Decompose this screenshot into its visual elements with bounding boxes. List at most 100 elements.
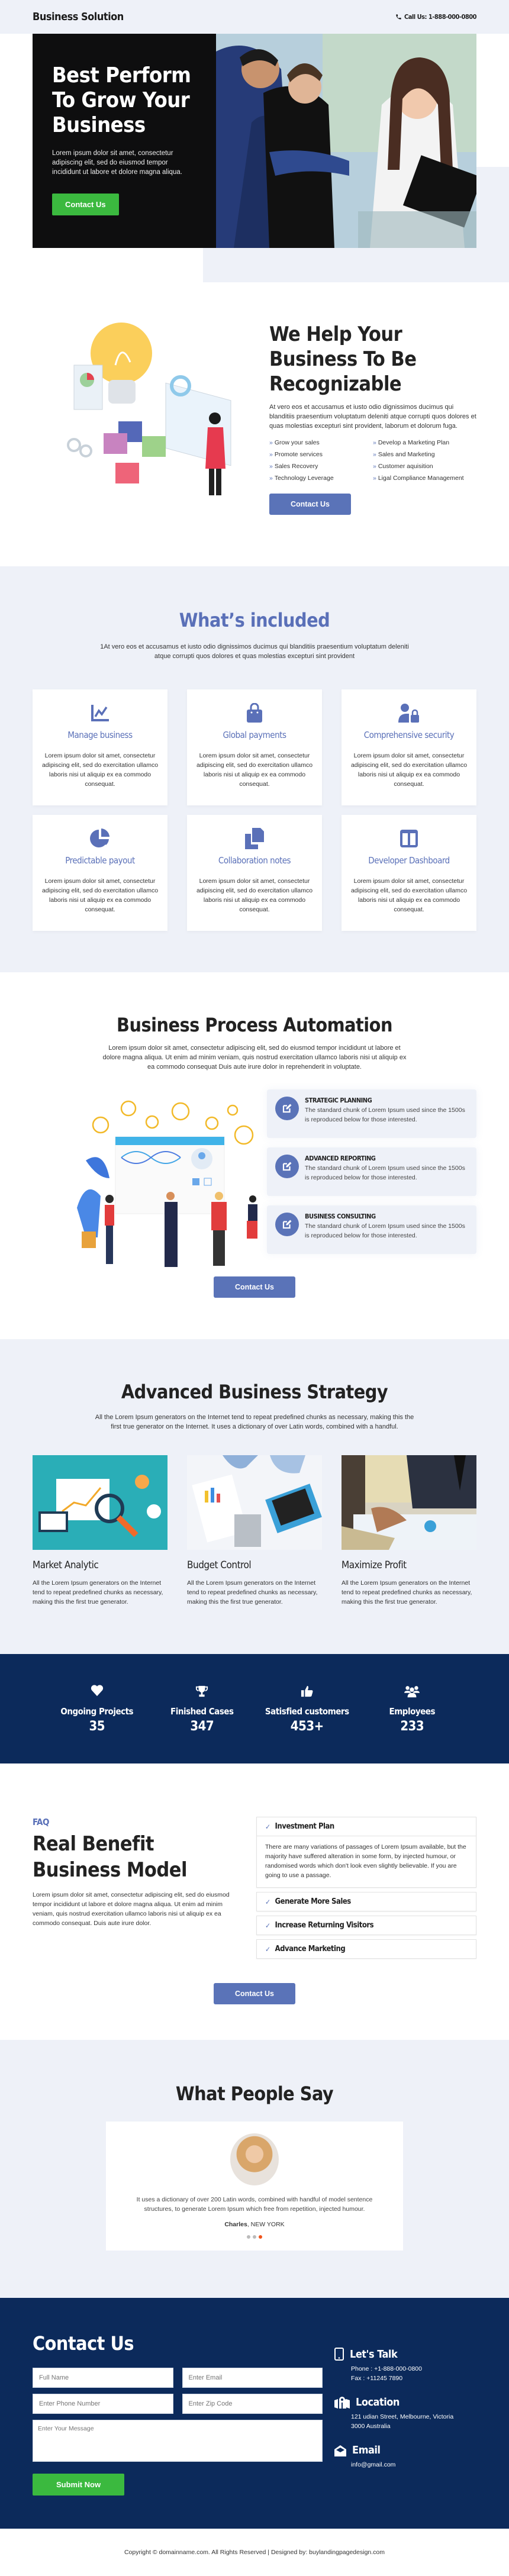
hero-text: Lorem ipsum dolor sit amet, consectetur … bbox=[52, 150, 182, 176]
accordion-header[interactable]: ✓ Generate More Sales bbox=[257, 1892, 476, 1911]
check-icon: ✓ bbox=[265, 1822, 270, 1831]
card-text: Lorem ipsum dolor sit amet, consectetur … bbox=[41, 878, 159, 913]
counters-section: Ongoing Projects 35 Finished Cases 347 S… bbox=[0, 1654, 509, 1763]
double-chevron-icon: » bbox=[373, 463, 376, 470]
strategy-card-text: All the Lorem Ipsum generators on the In… bbox=[342, 1579, 472, 1605]
carousel-dot[interactable] bbox=[253, 2235, 256, 2239]
contact-email-value[interactable]: info@gmail.com bbox=[334, 2460, 476, 2469]
strategy-card: Budget Control All the Lorem Ipsum gener… bbox=[187, 1455, 322, 1607]
accordion-item: ✓ Investment Plan There are many variatio… bbox=[256, 1817, 476, 1888]
strategy-card-title: Market Analytic bbox=[33, 1559, 99, 1571]
logo[interactable]: Business Solution bbox=[33, 11, 124, 23]
trophy-icon bbox=[196, 1685, 208, 1697]
recognizable-text: At vero eos et accusamus et iusto odio d… bbox=[269, 404, 476, 430]
contact-location: Location 121 udian Street, Melbourne, Vi… bbox=[334, 2396, 476, 2431]
contact-form: Contact Us Submit Now bbox=[33, 2332, 323, 2496]
feature-text: The standard chunk of Lorem Ipsum used s… bbox=[305, 1223, 465, 1239]
email-input[interactable] bbox=[182, 2368, 323, 2388]
feature-title: STRATEGIC PLANNING bbox=[305, 1097, 372, 1104]
double-chevron-icon: » bbox=[373, 475, 376, 482]
accordion-body: There are many variations of passages of… bbox=[257, 1836, 476, 1887]
included-subtitle: 1At vero eos et accusamus et iusto odio … bbox=[100, 643, 409, 660]
accordion-header[interactable]: ✓ Increase Returning Visitors bbox=[257, 1916, 476, 1935]
contact-fax: Fax : +11245 7890 bbox=[351, 2375, 403, 2382]
phone-icon bbox=[396, 14, 401, 20]
counter-value: 347 bbox=[190, 1719, 214, 1734]
full-name-input[interactable] bbox=[33, 2368, 173, 2388]
testimonials-title: What People Say bbox=[175, 2082, 334, 2105]
card-text: Lorem ipsum dolor sit amet, consectetur … bbox=[350, 878, 468, 913]
faq-contact-button[interactable]: Contact Us bbox=[214, 1983, 295, 2004]
zip-code-input[interactable] bbox=[182, 2394, 323, 2414]
accordion-header[interactable]: ✓ Advance Marketing bbox=[257, 1940, 476, 1958]
contact-section: Contact Us Submit Now Let's Talk Phone :… bbox=[0, 2298, 509, 2529]
contact-talk: Let's Talk Phone : +1-888-000-0800 Fax :… bbox=[334, 2348, 476, 2383]
recognizable-contact-button[interactable]: Contact Us bbox=[269, 494, 351, 515]
call-us[interactable]: Call Us: 1-888-000-0800 bbox=[395, 13, 477, 21]
edit-icon bbox=[282, 1162, 292, 1171]
double-chevron-icon: » bbox=[373, 451, 376, 458]
feature-card: Predictable payout Lorem ipsum dolor sit… bbox=[33, 815, 167, 931]
thumbs-up-icon bbox=[301, 1685, 313, 1697]
faq-tag: FAQ bbox=[33, 1817, 49, 1827]
card-title: Comprehensive security bbox=[363, 730, 455, 740]
lightbulb-puzzle-illustration bbox=[67, 323, 231, 495]
columns-icon bbox=[400, 830, 418, 847]
bullet-item: » Ligal Compliance Management bbox=[373, 475, 464, 482]
check-icon: ✓ bbox=[265, 1897, 270, 1906]
strategy-card-title: Maximize Profit bbox=[342, 1559, 407, 1571]
counter-label: Ongoing Projects bbox=[60, 1706, 134, 1717]
card-title: Global payments bbox=[223, 730, 287, 740]
recognizable-title: We Help Your Business To Be Recognizable bbox=[269, 323, 417, 396]
card-title: Developer Dashboard bbox=[368, 855, 450, 866]
phone-input[interactable] bbox=[33, 2394, 173, 2414]
carousel-dot[interactable] bbox=[247, 2235, 250, 2239]
hero-title: Best Perform To Grow Your Business bbox=[52, 63, 191, 137]
counter-value: 35 bbox=[89, 1719, 105, 1734]
bullet-item: » Grow your sales bbox=[269, 439, 320, 446]
card-title: Predictable payout bbox=[65, 855, 135, 866]
bullet-item: » Sales and Marketing bbox=[373, 451, 435, 458]
strategy-subtitle: All the Lorem Ipsum generators on the In… bbox=[95, 1414, 414, 1430]
strategy-card: Market Analytic All the Lorem Ipsum gene… bbox=[33, 1455, 167, 1607]
maximize-profit-image bbox=[342, 1455, 476, 1550]
feature-card: Global payments Lorem ipsum dolor sit am… bbox=[187, 689, 322, 805]
message-textarea[interactable] bbox=[33, 2420, 323, 2462]
accordion-item: ✓ Advance Marketing bbox=[256, 1939, 476, 1959]
feature-card: Collaboration notes Lorem ipsum dolor si… bbox=[187, 815, 322, 931]
budget-photo bbox=[187, 1455, 322, 1550]
carousel-dot-active[interactable] bbox=[259, 2235, 262, 2239]
shopping-bag-icon bbox=[247, 703, 262, 723]
envelope-open-icon bbox=[334, 2445, 346, 2456]
testimonial-card: It uses a dictionary of over 200 Latin w… bbox=[106, 2122, 403, 2251]
copy-files-icon bbox=[245, 828, 264, 849]
contact-address-1: 121 udian Street, Melbourne, Victoria bbox=[351, 2413, 454, 2420]
contact-phone: Phone : +1-888-000-0800 bbox=[351, 2365, 422, 2372]
testimonials-section: What People Say It uses a dictionary of … bbox=[0, 2040, 509, 2298]
counter-value: 453+ bbox=[290, 1719, 324, 1734]
faq-section: FAQ Real Benefit Business Model Lorem ip… bbox=[0, 1763, 509, 2040]
card-title: Manage business bbox=[67, 730, 133, 740]
avatar bbox=[230, 2133, 279, 2185]
strategy-card-title: Budget Control bbox=[187, 1559, 252, 1571]
automation-contact-button[interactable]: Contact Us bbox=[214, 1276, 295, 1298]
accordion-item: ✓ Increase Returning Visitors bbox=[256, 1916, 476, 1935]
submit-button[interactable]: Submit Now bbox=[33, 2474, 125, 2496]
strategy-title: Advanced Business Strategy bbox=[121, 1381, 388, 1403]
accordion-header[interactable]: ✓ Investment Plan bbox=[257, 1817, 476, 1836]
testimonial-author: Charles, NEW YORK bbox=[224, 2221, 285, 2228]
counter-item: Finished Cases 347 bbox=[157, 1685, 246, 1734]
profit-photo bbox=[342, 1455, 476, 1550]
double-chevron-icon: » bbox=[269, 475, 273, 482]
faq-title: Real Benefit Business Model bbox=[33, 1832, 187, 1882]
counter-label: Employees bbox=[389, 1706, 436, 1717]
strategy-section: Advanced Business Strategy All the Lorem… bbox=[0, 1339, 509, 1654]
feature-text: The standard chunk of Lorem Ipsum used s… bbox=[305, 1165, 465, 1181]
hero-image bbox=[216, 34, 476, 248]
contact-info: Let's Talk Phone : +1-888-000-0800 Fax :… bbox=[323, 2332, 476, 2496]
check-icon: ✓ bbox=[265, 1921, 270, 1930]
hero-contact-button[interactable]: Contact Us bbox=[52, 194, 119, 215]
double-chevron-icon: » bbox=[373, 439, 376, 446]
automation-section: Business Process Automation Lorem ipsum … bbox=[0, 972, 509, 1339]
user-lock-icon bbox=[398, 704, 419, 723]
